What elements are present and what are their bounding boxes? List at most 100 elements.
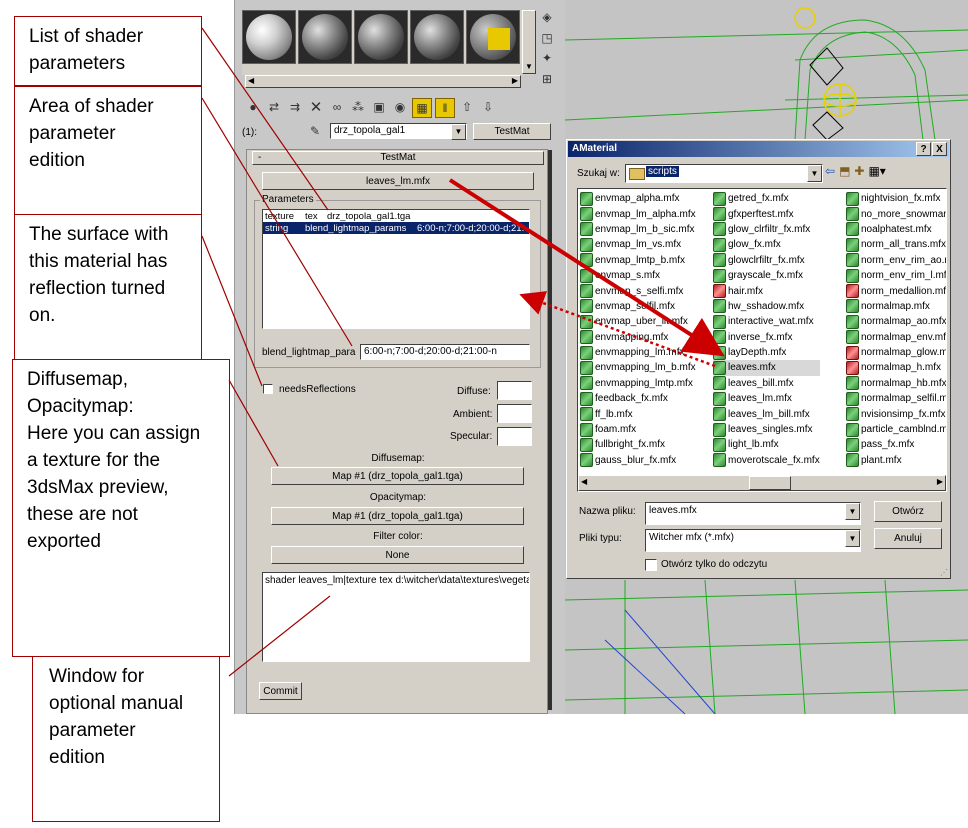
file-item[interactable]: nightvision_fx.mfx: [846, 191, 946, 206]
parameter-list[interactable]: texture tex drz_topola_gal1.tga string b…: [262, 209, 530, 329]
file-item[interactable]: glow_fx.mfx: [713, 237, 820, 252]
go-to-parent-icon[interactable]: ‖: [435, 98, 455, 118]
filter-color-button[interactable]: None: [271, 546, 524, 564]
assign-to-selection-icon[interactable]: ⇉: [286, 98, 304, 116]
material-slot-1[interactable]: [242, 10, 296, 64]
commit-button[interactable]: Commit: [259, 682, 302, 700]
file-item[interactable]: envmap_selfil.mfx: [580, 299, 696, 314]
up-folder-icon[interactable]: ⬒: [839, 164, 850, 182]
background-icon[interactable]: ✦: [538, 50, 556, 68]
put-to-scene-icon[interactable]: ⇄: [265, 98, 283, 116]
file-item[interactable]: moverotscale_fx.mfx: [713, 453, 820, 468]
delete-icon[interactable]: ✕: [307, 98, 325, 116]
material-slot-2[interactable]: [298, 10, 352, 64]
file-item[interactable]: envmap_alpha.mfx: [580, 191, 696, 206]
filename-input[interactable]: leaves.mfx ▼: [645, 502, 861, 525]
file-item[interactable]: envmap_lmtp_b.mfx: [580, 253, 696, 268]
slots-vscroll[interactable]: ▼: [522, 10, 536, 74]
file-item[interactable]: normalmap_h.mfx: [846, 360, 946, 375]
material-slot-3[interactable]: [354, 10, 408, 64]
resize-grip-icon[interactable]: ⋰: [940, 568, 948, 577]
material-name-dropdown[interactable]: drz_topola_gal1 ▼: [330, 123, 467, 140]
diffuse-color-swatch[interactable]: [497, 381, 532, 400]
diffusemap-button[interactable]: Map #1 (drz_topola_gal1.tga): [271, 467, 524, 485]
parameter-row-string[interactable]: string blend_lightmap_params 6:00-n;7:00…: [263, 222, 529, 234]
file-item[interactable]: particle_camblnd.m: [846, 422, 946, 437]
view-menu-icon[interactable]: ▦▾: [868, 164, 885, 182]
filetype-dropdown[interactable]: Witcher mfx (*.mfx) ▼: [645, 529, 861, 552]
look-in-dropdown[interactable]: scripts ▼: [625, 164, 823, 183]
needs-reflections-checkbox[interactable]: [263, 384, 273, 394]
chevron-down-icon[interactable]: ▼: [845, 530, 860, 547]
file-item[interactable]: foam.mfx: [580, 422, 696, 437]
close-button[interactable]: X: [932, 142, 947, 156]
file-item[interactable]: leaves_singles.mfx: [713, 422, 820, 437]
file-item[interactable]: layDepth.mfx: [713, 345, 820, 360]
manual-edit-textarea[interactable]: shader leaves_lm|texture tex d:\witcher\…: [262, 572, 530, 662]
file-item[interactable]: plant.mfx: [846, 453, 946, 468]
file-list-hscroll[interactable]: ◀ ▶: [578, 475, 946, 491]
file-item[interactable]: envmap_s.mfx: [580, 268, 696, 283]
cancel-button[interactable]: Anuluj: [874, 528, 942, 549]
file-item[interactable]: normalmap_glow.m: [846, 345, 946, 360]
file-item[interactable]: fullbright_fx.mfx: [580, 437, 696, 452]
scroll-left-icon[interactable]: ◀: [581, 477, 587, 486]
sample-type-icon[interactable]: ◈: [538, 8, 556, 26]
go-forward-icon[interactable]: ⇧: [458, 98, 476, 116]
back-icon[interactable]: ⇦: [825, 164, 835, 182]
ambient-color-swatch[interactable]: [497, 404, 532, 423]
new-folder-icon[interactable]: ✚: [854, 164, 864, 182]
file-item[interactable]: hair.mfx: [713, 283, 820, 299]
file-item[interactable]: gfxperftest.mfx: [713, 206, 820, 222]
open-button[interactable]: Otwórz: [874, 501, 942, 522]
put-to-library-icon[interactable]: ⁂: [349, 98, 367, 116]
panel-scrollbar[interactable]: [548, 150, 552, 710]
readonly-checkbox[interactable]: [645, 559, 657, 571]
file-item[interactable]: normalmap_env.mf: [846, 330, 946, 345]
scroll-left-icon[interactable]: ◀: [248, 76, 254, 85]
material-slot-4[interactable]: [410, 10, 464, 64]
material-effects-icon[interactable]: ▣: [370, 98, 388, 116]
dialog-titlebar[interactable]: AMaterial ? X: [568, 141, 949, 157]
file-item[interactable]: interactive_wat.mfx: [713, 314, 820, 329]
file-item[interactable]: normalmap.mfx: [846, 299, 946, 314]
slots-hscroll[interactable]: ◀ ▶: [245, 75, 521, 88]
file-item[interactable]: envmap_lm_b_sic.mfx: [580, 222, 696, 237]
file-item[interactable]: nvisionsimp_fx.mfx: [846, 406, 946, 422]
file-item[interactable]: norm_medallion.mfx: [846, 283, 946, 299]
file-item[interactable]: envmap_lm_alpha.mfx: [580, 206, 696, 222]
show-end-result-icon[interactable]: ▦: [412, 98, 432, 118]
scroll-right-icon[interactable]: ▶: [512, 76, 518, 85]
file-item[interactable]: leaves_bill.mfx: [713, 376, 820, 391]
file-item[interactable]: gauss_blur_fx.mfx: [580, 453, 696, 468]
help-button[interactable]: ?: [916, 142, 931, 156]
file-item[interactable]: leaves_lm_bill.mfx: [713, 406, 820, 422]
file-item[interactable]: light_lb.mfx: [713, 437, 820, 452]
material-slot-5[interactable]: [466, 10, 520, 64]
file-item[interactable]: norm_all_trans.mfx: [846, 237, 946, 252]
file-item[interactable]: getred_fx.mfx: [713, 191, 820, 206]
eyedropper-icon[interactable]: ✎: [306, 122, 324, 140]
scroll-right-icon[interactable]: ▶: [937, 477, 943, 486]
file-item[interactable]: envmap_s_selfi.mfx: [580, 283, 696, 299]
file-item[interactable]: envmap_uber_lit.mfx: [580, 314, 696, 329]
backlight-icon[interactable]: ◳: [538, 29, 556, 47]
get-material-icon[interactable]: ●: [244, 98, 262, 116]
file-item[interactable]: envmapping_lm.mfx: [580, 345, 696, 360]
chevron-down-icon[interactable]: ▼: [807, 165, 822, 182]
file-item[interactable]: normalmap_hb.mfx: [846, 376, 946, 391]
parameter-row-texture[interactable]: texture tex drz_topola_gal1.tga: [263, 210, 529, 222]
shader-file-button[interactable]: leaves_lm.mfx: [262, 172, 534, 190]
edit-param-input[interactable]: 6:00-n;7:00-d;20:00-d;21:00-n: [360, 344, 530, 360]
file-item[interactable]: envmapping.mfx: [580, 330, 696, 345]
file-item[interactable]: leaves.mfx: [713, 360, 820, 376]
file-list[interactable]: envmap_alpha.mfx envmap_lm_alpha.mfx envma…: [577, 188, 947, 492]
scroll-thumb[interactable]: [749, 476, 791, 490]
show-map-icon[interactable]: ◉: [391, 98, 409, 116]
file-item[interactable]: envmapping_lmtp.mfx: [580, 376, 696, 391]
make-unique-icon[interactable]: ∞: [328, 98, 346, 116]
file-item[interactable]: grayscale_fx.mfx: [713, 268, 820, 283]
select-by-material-icon[interactable]: ⇩: [479, 98, 497, 116]
file-item[interactable]: normalmap_ao.mfx: [846, 314, 946, 329]
scroll-down-icon[interactable]: ▼: [525, 62, 533, 71]
